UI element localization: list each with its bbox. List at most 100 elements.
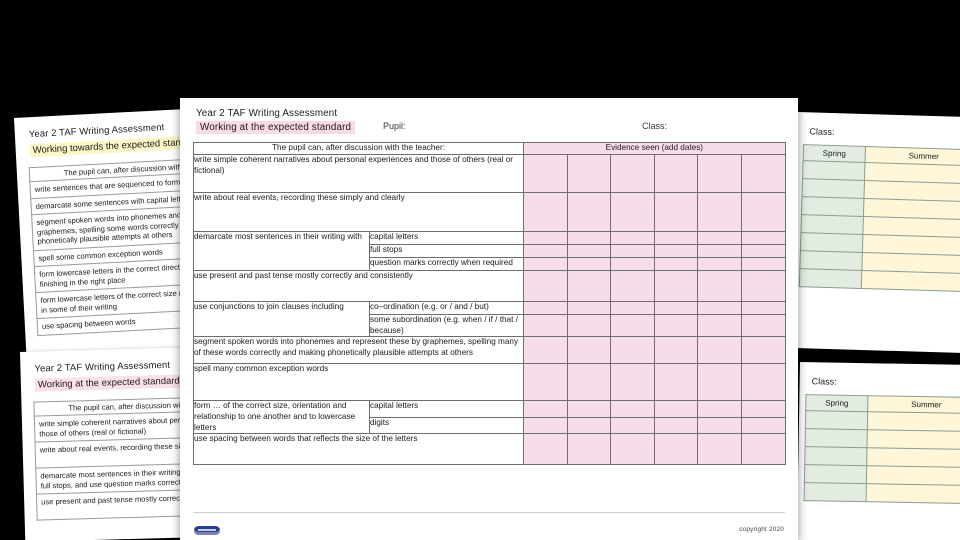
evidence-cell[interactable] (740, 154, 786, 193)
evidence-cell[interactable] (610, 433, 655, 466)
screenshot-stage: Year 2 TAF Writing Assessment Working to… (0, 0, 960, 540)
evidence-cell[interactable] (740, 336, 786, 365)
evidence-cell[interactable] (697, 400, 742, 418)
evidence-cell[interactable] (523, 270, 568, 302)
evidence-cell[interactable] (523, 416, 568, 435)
evidence-cell[interactable] (740, 416, 786, 435)
evidence-cell[interactable] (610, 336, 655, 365)
evidence-cell[interactable] (653, 192, 699, 232)
copyright-text: copyright 2020 (739, 526, 784, 533)
evidence-cell[interactable] (523, 400, 568, 418)
criterion-6: spell many common exception words (192, 363, 525, 402)
evidence-cell[interactable] (523, 313, 568, 338)
evidence-cell[interactable] (566, 270, 612, 302)
evidence-cell[interactable] (610, 301, 655, 315)
bg-tr-class-label: Class: (809, 126, 835, 138)
evidence-cell[interactable] (523, 363, 568, 402)
evidence-cell[interactable] (740, 400, 786, 418)
evidence-cell[interactable] (697, 336, 742, 365)
evidence-cell[interactable] (697, 154, 742, 193)
evidence-cell[interactable] (566, 192, 612, 232)
evidence-cell[interactable] (523, 433, 568, 466)
evidence-cell[interactable] (610, 363, 655, 402)
evidence-cell[interactable] (610, 313, 655, 338)
evidence-cell[interactable] (523, 336, 568, 365)
evidence-cell[interactable] (653, 400, 699, 418)
evidence-cell[interactable] (697, 301, 742, 315)
evidence-cell[interactable] (566, 313, 612, 338)
evidence-cell[interactable] (697, 192, 742, 232)
evidence-cell[interactable] (653, 270, 699, 302)
evidence-cell[interactable] (653, 257, 699, 271)
evidence-cell[interactable] (697, 313, 742, 338)
subcriterion-2-0: capital letters (368, 231, 525, 245)
table-row: use conjunctions to join clauses includi… (193, 300, 786, 338)
worksheet-header: Year 2 TAF Writing Assessment Working at… (180, 98, 798, 142)
evidence-cell[interactable] (566, 244, 612, 258)
evidence-cell[interactable] (697, 231, 742, 245)
evidence-cell[interactable] (697, 363, 742, 402)
evidence-cell[interactable] (653, 363, 699, 402)
evidence-cell[interactable] (566, 400, 612, 418)
table-header-row: The pupil can, after discussion with the… (192, 142, 786, 155)
evidence-cell[interactable] (697, 257, 742, 271)
evidence-cell[interactable] (523, 301, 568, 315)
evidence-cell[interactable] (740, 270, 786, 302)
evidence-cell[interactable] (740, 313, 786, 338)
evidence-cell[interactable] (610, 154, 655, 193)
evidence-cell[interactable] (653, 336, 699, 365)
evidence-cell[interactable] (697, 416, 742, 435)
criterion-8: use spacing between words that reflects … (192, 433, 525, 466)
evidence-cell[interactable] (523, 257, 568, 271)
bg-bl-subtitle: Working at the expected standard (34, 374, 183, 392)
evidence-cell[interactable] (697, 270, 742, 302)
evidence-cell[interactable] (566, 231, 612, 245)
evidence-cell[interactable] (610, 270, 655, 302)
evidence-cell[interactable] (740, 257, 786, 271)
class-label: Class: (642, 121, 668, 131)
evidence-cell[interactable] (523, 154, 568, 193)
evidence-cell[interactable] (523, 192, 568, 232)
criterion-2: demarcate most sentences in their writin… (193, 231, 370, 271)
evidence-cell[interactable] (653, 231, 699, 245)
evidence-cell[interactable] (610, 416, 655, 435)
evidence-cell[interactable] (697, 244, 742, 258)
standard-badge: Working at the expected standard (196, 121, 356, 134)
evidence-cell[interactable] (566, 416, 612, 435)
bg-br-col-spring: Spring (805, 394, 869, 412)
bg-tr-tbody: Spring Summer (799, 144, 960, 292)
evidence-cell[interactable] (740, 363, 786, 402)
evidence-cell[interactable] (740, 231, 786, 245)
evidence-cell[interactable] (610, 400, 655, 418)
evidence-cell[interactable] (740, 301, 786, 315)
evidence-cell[interactable] (610, 192, 655, 232)
evidence-cell[interactable] (566, 433, 612, 466)
criterion-4: use conjunctions to join clauses includi… (193, 300, 370, 338)
evidence-cell[interactable] (566, 363, 612, 402)
evidence-cell[interactable] (653, 154, 699, 193)
evidence-cell[interactable] (610, 231, 655, 245)
evidence-cell[interactable] (566, 336, 612, 365)
evidence-cell[interactable] (566, 154, 612, 193)
evidence-cell[interactable] (653, 313, 699, 338)
evidence-cell[interactable] (610, 257, 655, 271)
evidence-cell[interactable] (740, 433, 786, 466)
bg-tr-cell (801, 196, 865, 217)
evidence-cell[interactable] (740, 244, 786, 258)
pupil-label: Pupil: (383, 121, 406, 131)
subcriterion-2-1: full stops (368, 244, 525, 258)
bg-tr-col-spring: Spring (803, 144, 866, 163)
evidence-cell[interactable] (653, 301, 699, 315)
evidence-cell[interactable] (610, 244, 655, 258)
evidence-cell[interactable] (740, 192, 786, 232)
evidence-cell[interactable] (523, 244, 568, 258)
evidence-cell[interactable] (653, 416, 699, 435)
evidence-cell[interactable] (566, 301, 612, 315)
evidence-cell[interactable] (697, 433, 742, 466)
evidence-cell[interactable] (653, 244, 699, 258)
evidence-cell[interactable] (653, 433, 699, 466)
subcriterion-7-1: digits (368, 416, 525, 435)
evidence-cell[interactable] (566, 257, 612, 271)
evidence-cell[interactable] (523, 231, 568, 245)
subcriterion-4-0: co–ordination (e.g. or / and / but) (368, 301, 525, 315)
